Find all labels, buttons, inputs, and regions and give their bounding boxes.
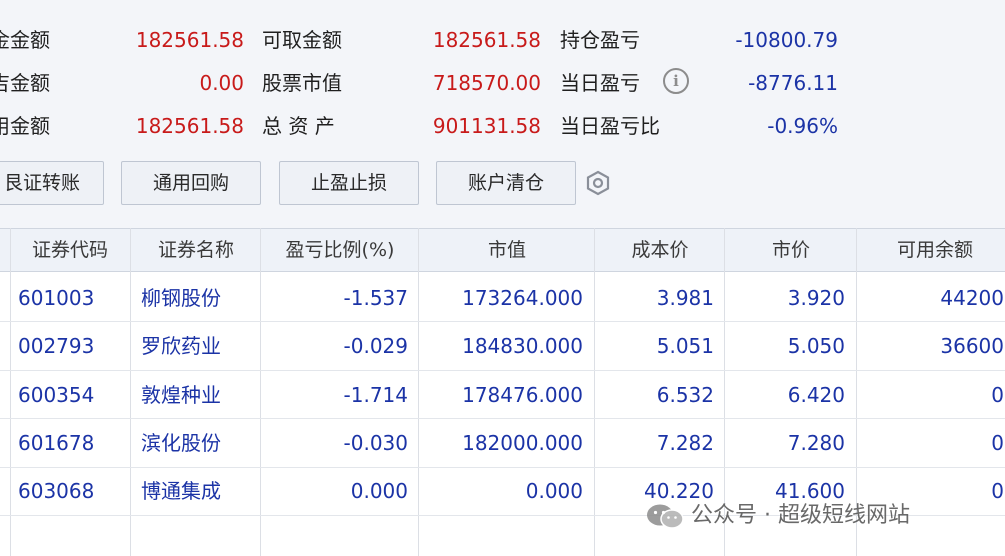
column-divider	[418, 228, 419, 556]
clear-positions-button[interactable]: 账户清仓	[436, 161, 576, 205]
cell-code: 600354	[18, 383, 95, 407]
wechat-icon	[647, 504, 684, 529]
column-header-code[interactable]: 证券代码	[12, 238, 128, 262]
daily-pnl-ratio-label: 当日盈亏比	[560, 114, 660, 138]
column-header-market-price[interactable]: 市价	[726, 238, 856, 262]
available-funds-label: 金金额	[0, 28, 50, 52]
row-divider	[0, 418, 1005, 419]
cell-available-qty: 44200	[940, 286, 1004, 310]
daily-pnl-label: 当日盈亏	[560, 71, 640, 95]
cell-code: 601003	[18, 286, 95, 310]
column-header-market-value[interactable]: 市值	[420, 238, 594, 262]
stock-market-value-value: 718570.00	[432, 71, 541, 95]
column-divider	[10, 228, 11, 556]
cell-pnl-ratio: 0.000	[350, 479, 408, 503]
column-divider	[260, 228, 261, 556]
usable-funds-label: 用金额	[0, 114, 50, 138]
total-assets-label: 总 资 产	[262, 114, 335, 138]
position-pnl-label: 持仓盈亏	[560, 28, 640, 52]
cell-available-qty: 0	[991, 383, 1004, 407]
cell-cost-price: 6.532	[656, 383, 714, 407]
row-divider	[0, 370, 1005, 371]
cell-cost-price: 7.282	[656, 431, 714, 455]
cell-market-value: 178476.000	[462, 383, 583, 407]
usable-funds-value: 182561.58	[135, 114, 244, 138]
watermark-text: 公众号 · 超级短线网站	[691, 503, 910, 528]
cell-market-price: 3.920	[787, 286, 845, 310]
column-header-name[interactable]: 证券名称	[132, 238, 260, 262]
cell-market-value: 0.000	[525, 479, 583, 503]
cell-available-qty: 36600	[940, 334, 1004, 358]
cell-pnl-ratio: -1.714	[343, 383, 408, 407]
column-header-cost-price[interactable]: 成本价	[596, 238, 724, 262]
hexagon-settings-icon[interactable]	[585, 170, 611, 196]
cell-code: 603068	[18, 479, 95, 503]
cell-market-price: 6.420	[787, 383, 845, 407]
cell-market-value: 184830.000	[462, 334, 583, 358]
stock-market-value-label: 股票市值	[262, 71, 342, 95]
cell-market-price: 7.280	[787, 431, 845, 455]
position-pnl-value: -10800.79	[735, 28, 838, 52]
column-header-pnl-ratio[interactable]: 盈亏比例(%)	[262, 238, 418, 262]
cell-code: 601678	[18, 431, 95, 455]
column-header-available-qty[interactable]: 可用余额	[858, 238, 1005, 262]
column-divider	[594, 228, 595, 556]
frozen-funds-label: 吉金额	[0, 71, 50, 95]
cell-name: 博通集成	[141, 479, 221, 503]
cell-name: 柳钢股份	[141, 286, 221, 310]
row-divider	[0, 321, 1005, 322]
daily-pnl-value: -8776.11	[748, 71, 838, 95]
cell-cost-price: 3.981	[656, 286, 714, 310]
cell-code: 002793	[18, 334, 95, 358]
bank-transfer-button[interactable]: 艮证转账	[0, 161, 104, 205]
withdrawable-value: 182561.58	[432, 28, 541, 52]
total-assets-value: 901131.58	[432, 114, 541, 138]
available-funds-value: 182561.58	[135, 28, 244, 52]
info-icon[interactable]: i	[663, 68, 689, 94]
cell-market-value: 173264.000	[462, 286, 583, 310]
cell-market-price: 5.050	[787, 334, 845, 358]
cell-pnl-ratio: -1.537	[343, 286, 408, 310]
cell-cost-price: 5.051	[656, 334, 714, 358]
cell-pnl-ratio: -0.029	[343, 334, 408, 358]
cell-name: 罗欣药业	[141, 334, 221, 358]
cell-pnl-ratio: -0.030	[343, 431, 408, 455]
cell-available-qty: 0	[991, 431, 1004, 455]
withdrawable-label: 可取金额	[262, 28, 342, 52]
stop-profit-loss-button[interactable]: 止盈止损	[279, 161, 419, 205]
daily-pnl-ratio-value: -0.96%	[767, 114, 838, 138]
repo-button[interactable]: 通用回购	[121, 161, 261, 205]
cell-name: 敦煌种业	[141, 383, 221, 407]
cell-market-value: 182000.000	[462, 431, 583, 455]
row-divider	[0, 467, 1005, 468]
frozen-funds-value: 0.00	[199, 71, 244, 95]
cell-name: 滨化股份	[141, 431, 221, 455]
column-divider	[130, 228, 131, 556]
